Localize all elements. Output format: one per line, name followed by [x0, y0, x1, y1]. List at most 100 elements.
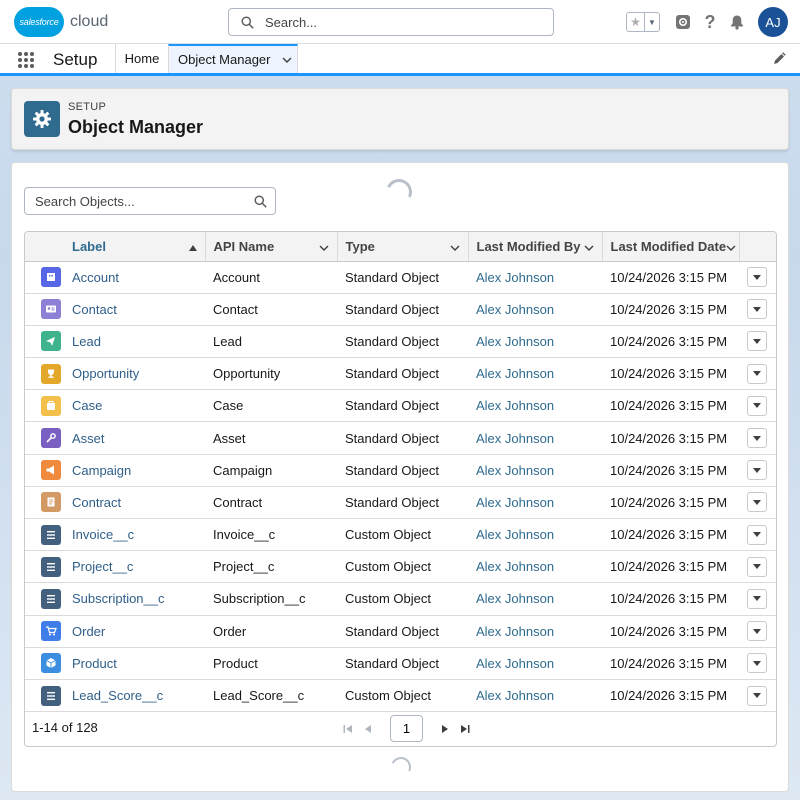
chevron-down-icon[interactable]	[726, 239, 736, 254]
cell-last-modified-by[interactable]: Alex Johnson	[468, 615, 602, 647]
cell-api-name: Invoice__c	[213, 527, 276, 543]
contract-icon	[41, 492, 61, 513]
global-search[interactable]	[228, 8, 554, 36]
next-page-icon[interactable]	[435, 719, 455, 739]
cell-type: Standard Object	[345, 655, 439, 671]
cell-type: Standard Object	[345, 301, 439, 317]
cell-last-modified-by[interactable]: Alex Johnson	[468, 390, 602, 422]
object-label-link[interactable]: Contract	[72, 495, 121, 510]
column-header-api-name[interactable]: API Name	[205, 232, 338, 262]
first-page-icon[interactable]	[338, 719, 358, 739]
column-header-actions	[739, 232, 776, 262]
row-actions-dropdown[interactable]	[747, 460, 767, 481]
page-number-input[interactable]	[390, 715, 423, 742]
object-label-link[interactable]: Campaign	[72, 463, 131, 478]
object-label-link[interactable]: Asset	[72, 431, 105, 446]
row-actions-dropdown[interactable]	[747, 524, 767, 545]
column-header-api-name-text: API Name	[213, 238, 275, 254]
object-label-link[interactable]: Subscription__c	[72, 591, 165, 606]
object-label-link[interactable]: Order	[72, 624, 105, 639]
tab-home-label: Home	[124, 51, 160, 66]
cell-last-modified-by[interactable]: Alex Johnson	[468, 583, 602, 615]
row-actions-dropdown[interactable]	[747, 331, 767, 352]
row-actions-dropdown[interactable]	[747, 588, 767, 609]
notifications-bell-icon[interactable]	[726, 11, 748, 33]
object-label-link[interactable]: Case	[72, 398, 102, 413]
object-label-link[interactable]: Account	[72, 270, 119, 285]
edit-nav-pencil-icon[interactable]	[772, 52, 786, 69]
cell-last-modified-by[interactable]: Alex Johnson	[468, 551, 602, 583]
table-row[interactable]: Case Case Standard Object Alex Johnson 10/24…	[25, 390, 776, 422]
object-search[interactable]	[24, 187, 276, 215]
row-actions-dropdown[interactable]	[747, 363, 767, 384]
row-actions-dropdown[interactable]	[747, 395, 767, 416]
cell-last-modified-by[interactable]: Alex Johnson	[468, 261, 602, 293]
object-label-link[interactable]: Contact	[72, 302, 117, 317]
object-label-link[interactable]: Invoice__c	[72, 527, 134, 542]
table-row[interactable]: Account Account Standard Object Alex Johnso…	[25, 261, 776, 294]
chevron-down-icon[interactable]	[319, 239, 329, 254]
chevron-down-icon[interactable]	[584, 239, 594, 254]
table-row[interactable]: Contact Contact Standard Object Alex Johnso…	[25, 293, 776, 326]
table-row[interactable]: Invoice__c Invoice__c Custom Object Alex Jo…	[25, 519, 776, 551]
cell-last-modified-by[interactable]: Alex Johnson	[468, 422, 602, 454]
cell-api-name: Asset	[213, 430, 246, 446]
row-actions-dropdown[interactable]	[747, 428, 767, 449]
cell-last-modified-by[interactable]: Alex Johnson	[468, 647, 602, 679]
cell-last-modified-by[interactable]: Alex Johnson	[468, 519, 602, 551]
table-row[interactable]: Product Product Standard Object Alex Johnso…	[25, 647, 776, 680]
table-row[interactable]: Project__c Project__c Custom Object Alex Jo…	[25, 551, 776, 583]
cell-last-modified-by[interactable]: Alex Johnson	[468, 293, 602, 325]
table-row[interactable]: Asset Asset Standard Object Alex Johnson 10/…	[25, 422, 776, 455]
object-label-link[interactable]: Opportunity	[72, 366, 139, 381]
object-label-link[interactable]: Project__c	[72, 559, 133, 574]
favorites-dropdown-icon[interactable]: ▼	[645, 13, 659, 31]
row-actions-dropdown[interactable]	[747, 556, 767, 577]
cell-last-modified-by[interactable]: Alex Johnson	[468, 679, 602, 711]
cell-api-name: Lead_Score__c	[213, 688, 305, 704]
user-avatar[interactable]: AJ	[758, 7, 788, 37]
cell-last-modified-by[interactable]: Alex Johnson	[468, 325, 602, 357]
table-row[interactable]: Lead_Score__c Lead_Score__c Custom Object A…	[25, 679, 776, 712]
last-page-icon[interactable]	[455, 719, 475, 739]
row-actions-dropdown[interactable]	[747, 492, 767, 513]
cell-row-actions	[739, 261, 776, 293]
object-label-link[interactable]: Product	[72, 656, 117, 671]
setup-gear-icon[interactable]	[672, 11, 694, 33]
previous-page-icon[interactable]	[358, 719, 378, 739]
row-actions-dropdown[interactable]	[747, 267, 767, 288]
app-launcher-icon[interactable]	[18, 52, 34, 68]
table-row[interactable]: Campaign Campaign Standard Object Alex John…	[25, 454, 776, 487]
column-header-last-modified-by[interactable]: Last Modified By	[468, 232, 603, 262]
object-label-link[interactable]: Lead_Score__c	[72, 688, 163, 703]
cell-last-modified-by[interactable]: Alex Johnson	[468, 358, 602, 390]
chevron-down-icon[interactable]	[282, 57, 292, 63]
star-icon[interactable]: ★	[627, 13, 645, 31]
table-row[interactable]: Opportunity Opportunity Standard Object Ale…	[25, 358, 776, 390]
table-row[interactable]: Order Order Standard Object Alex Johnson 10/…	[25, 615, 776, 648]
chevron-down-icon[interactable]	[450, 239, 460, 254]
cell-last-modified-by[interactable]: Alex Johnson	[468, 486, 602, 518]
column-header-label[interactable]: Label	[25, 232, 206, 262]
row-actions-dropdown[interactable]	[747, 685, 767, 706]
chevron-down-icon	[753, 596, 761, 602]
sort-ascending-icon[interactable]	[188, 239, 197, 254]
help-icon[interactable]: ?	[699, 11, 721, 33]
table-row[interactable]: Subscription__c Subscription__c Custom Obj…	[25, 583, 776, 616]
row-actions-dropdown[interactable]	[747, 621, 767, 642]
cell-last-modified-by[interactable]: Alex Johnson	[468, 454, 602, 486]
object-search-input[interactable]	[35, 193, 246, 209]
tab-object-manager[interactable]: Object Manager	[168, 44, 298, 73]
row-actions-dropdown[interactable]	[747, 299, 767, 320]
row-actions-dropdown[interactable]	[747, 653, 767, 674]
tab-home[interactable]: Home	[115, 44, 168, 73]
salesforce-logo[interactable]: salesforce cloud	[14, 6, 108, 38]
object-label-link[interactable]: Lead	[72, 334, 101, 349]
column-header-type[interactable]: Type	[337, 232, 469, 262]
table-row[interactable]: Lead Lead Standard Object Alex Johnson 10/24…	[25, 325, 776, 358]
cell-last-modified-date: 10/24/2026 3:15 PM	[610, 623, 728, 639]
table-row[interactable]: Contract Contract Standard Object Alex John…	[25, 486, 776, 519]
column-header-last-modified-date[interactable]: Last Modified Date	[602, 232, 740, 262]
cell-type: Standard Object	[345, 398, 439, 414]
global-search-input[interactable]	[265, 14, 535, 30]
